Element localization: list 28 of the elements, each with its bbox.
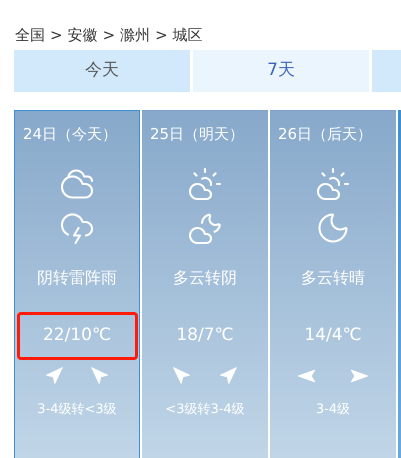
wind-direction-icon [172, 366, 192, 386]
weather-condition: 阴转雷阵雨 [37, 266, 117, 288]
day-date: 24日（今天） [22, 124, 118, 145]
weather-condition: 多云转阴 [173, 266, 237, 288]
day-date: 25日（明天） [149, 124, 244, 145]
breadcrumb-link[interactable]: 安徽 [68, 24, 98, 46]
wind-level: 3-4级 [316, 400, 350, 418]
tab[interactable]: 今天 [14, 50, 190, 92]
wind-level: <3级转3-4级 [165, 400, 245, 418]
weather-condition: 多云转晴 [301, 266, 365, 288]
wind-direction-icon [44, 366, 64, 386]
breadcrumb-link[interactable]: 城区 [172, 24, 203, 46]
tab[interactable] [372, 50, 401, 92]
tab[interactable]: 7天 [193, 50, 369, 92]
breadcrumb-separator: > [102, 24, 116, 46]
temperature: 22/10℃ [16, 312, 138, 360]
breadcrumb-separator: > [155, 24, 168, 46]
breadcrumb-link[interactable]: 滁州 [120, 24, 150, 46]
temperature: 14/4℃ [303, 324, 363, 347]
cloud-sun-icon [315, 166, 351, 202]
wind-direction-icon [90, 366, 110, 386]
wind-level: 3-4级转<3级 [37, 400, 117, 418]
day-date: 26日（后天） [277, 124, 372, 145]
breadcrumb-link[interactable]: 全国 [15, 24, 45, 46]
cloud-sun-icon [187, 166, 223, 202]
temperature: 18/7℃ [175, 324, 235, 347]
wind-direction-icon [218, 366, 238, 386]
breadcrumb-separator: > [50, 24, 63, 46]
